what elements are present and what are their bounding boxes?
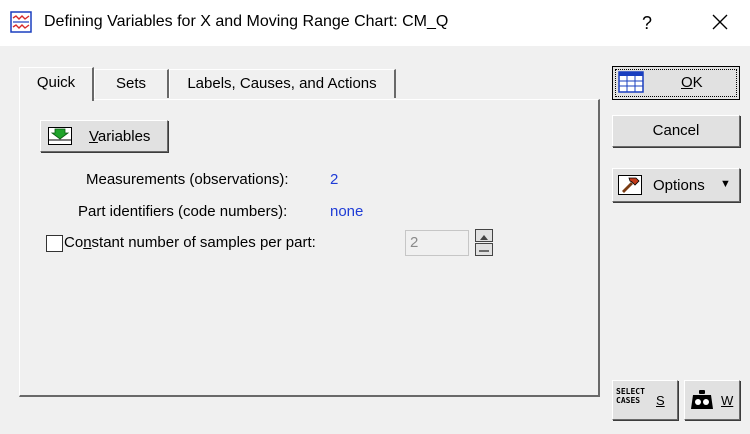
variables-mnemonic: V [89,128,98,145]
spin-up-button[interactable] [475,229,493,242]
spin-down-button[interactable] [475,243,493,256]
variables-down-arrow-icon [48,127,72,145]
options-label: Options [653,177,705,194]
ok-button[interactable]: OK [612,66,740,100]
ok-label: K [692,74,703,91]
tab-sets[interactable]: Sets [94,69,169,98]
weights-button[interactable]: W [684,380,740,420]
options-hammer-icon [618,175,642,195]
part-identifiers-value[interactable]: none [330,203,363,220]
samples-per-part-spinner[interactable] [475,229,495,257]
spin-down-icon [479,250,489,252]
select-cases-label: S [656,393,665,408]
ok-mnemonic: O [681,74,693,91]
weights-label: W [721,393,734,408]
measurements-label: Measurements (observations): [86,171,289,188]
constant-samples-checkbox[interactable] [46,235,63,252]
part-identifiers-label: Part identifiers (code numbers): [78,203,288,220]
tab-quick[interactable]: Quick [19,67,94,101]
samples-per-part-input[interactable]: 2 [405,230,469,256]
cancel-button[interactable]: Cancel [612,115,740,147]
constant-samples-label[interactable]: Constant number of samples per part: [64,234,316,251]
variables-label: ariables [97,128,151,145]
measurements-value[interactable]: 2 [330,171,338,188]
options-button[interactable]: Options ▼ [612,168,740,202]
spin-up-icon [480,235,488,240]
select-cases-icon: SELECT CASES [616,387,645,405]
chart-window-icon [10,11,32,33]
variables-button[interactable]: Variables [40,120,168,152]
weight-icon [691,390,713,409]
window-title: Defining Variables for X and Moving Rang… [44,13,449,30]
dropdown-arrow-icon: ▼ [720,178,731,190]
close-button[interactable] [702,7,738,37]
title-bar: Defining Variables for X and Moving Rang… [0,0,750,46]
help-button[interactable]: ? [632,9,662,37]
tab-labels-causes-actions[interactable]: Labels, Causes, and Actions [169,69,396,98]
ok-grid-icon [618,71,644,93]
select-cases-button[interactable]: SELECT CASES S [612,380,678,420]
close-icon [712,14,728,30]
